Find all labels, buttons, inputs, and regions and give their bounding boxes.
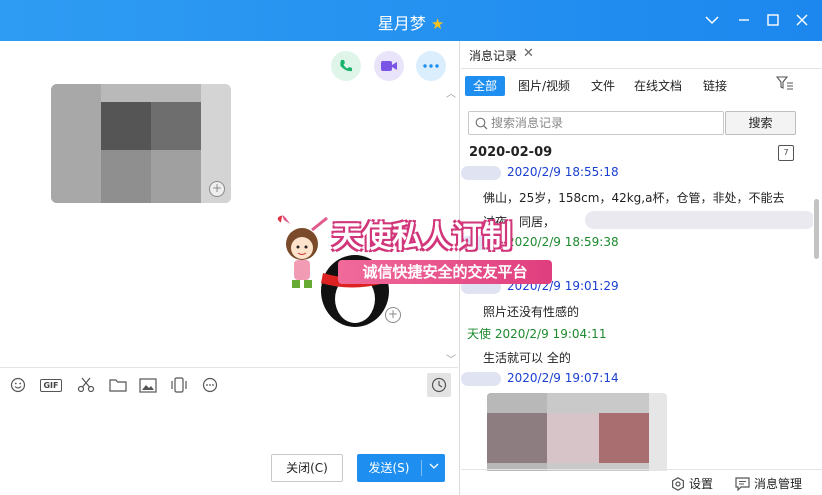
history-list[interactable]: 2020-02-09 7 2020/2/9 18:55:18 佛山，25岁，15… <box>461 141 813 471</box>
video-camera-icon <box>381 61 397 71</box>
manage-label: 消息管理 <box>754 477 803 491</box>
zoom-in-icon[interactable]: + <box>385 307 401 323</box>
zoom-in-icon[interactable]: + <box>209 181 225 197</box>
more-dots-icon <box>423 64 439 68</box>
message-text: 生活就可以 全的 <box>483 351 571 365</box>
filter-links[interactable]: 链接 <box>703 76 727 96</box>
history-clock-button[interactable] <box>427 373 451 397</box>
history-tab[interactable]: 消息记录 ✕ <box>461 41 822 69</box>
clock-icon <box>431 377 447 393</box>
folder-icon[interactable] <box>109 376 127 394</box>
history-filter-bar: 全部 图片/视频 文件 在线文档 链接 <box>461 73 822 97</box>
scroll-up-arrow-icon[interactable]: ︿ <box>446 85 456 100</box>
message-box-icon <box>735 476 750 491</box>
history-footer: 设置 消息管理 <box>461 469 822 495</box>
calendar-icon[interactable]: 7 <box>778 145 794 161</box>
voice-call-button[interactable] <box>331 51 361 81</box>
input-toolbar: GIF <box>0 367 458 401</box>
shake-icon[interactable] <box>170 376 188 394</box>
gif-icon[interactable]: GIF <box>40 376 62 394</box>
filter-settings-icon[interactable] <box>775 76 794 96</box>
blurred-text <box>585 211 813 229</box>
scissors-icon[interactable] <box>77 376 95 394</box>
minimize-button[interactable] <box>732 8 756 32</box>
send-label: 发送(S) <box>368 461 410 475</box>
history-date: 2020-02-09 <box>469 145 553 160</box>
promo-subtitle: 诚信快捷安全的交友平台 <box>338 260 552 284</box>
message-text: 佛山，25岁，158cm，42kg,a杯，仓管，非处，不能去 <box>483 191 785 205</box>
title-bar: 星月梦 ★ <box>0 0 822 41</box>
scroll-down-arrow-icon[interactable]: ﹀ <box>446 351 456 366</box>
search-input[interactable] <box>491 114 719 132</box>
settings-button[interactable]: 设置 <box>671 475 713 492</box>
contact-name: 星月梦 <box>377 14 426 33</box>
filter-files[interactable]: 文件 <box>591 76 615 96</box>
gear-icon <box>672 476 684 491</box>
promo-title: 天使私人订制 <box>332 220 512 255</box>
close-tab-icon[interactable]: ✕ <box>523 46 534 61</box>
history-tab-label: 消息记录 <box>469 49 518 63</box>
promo-watermark: 天使私人订制 诚信快捷安全的交友平台 <box>272 210 552 292</box>
filter-media[interactable]: 图片/视频 <box>518 76 570 96</box>
message-text: 照片还没有性感的 <box>483 305 580 319</box>
calendar-day: 7 <box>783 148 789 157</box>
settings-label: 设置 <box>689 477 714 491</box>
history-scrollbar[interactable] <box>813 141 821 471</box>
sender-name: 天使 <box>467 327 492 341</box>
more-icon[interactable] <box>201 376 219 394</box>
scrollbar-thumb[interactable] <box>814 199 819 259</box>
message-image-1[interactable]: + <box>51 84 231 203</box>
blurred-sender <box>461 371 501 386</box>
emoji-icon[interactable] <box>9 376 27 394</box>
message-meta: 2020/2/9 19:07:14 <box>461 371 619 386</box>
history-image[interactable] <box>487 393 667 471</box>
window-title: 星月梦 ★ <box>0 10 822 34</box>
message-manager-button[interactable]: 消息管理 <box>735 475 802 492</box>
close-button[interactable]: 关闭(C) <box>271 454 343 482</box>
send-options-chevron-icon[interactable] <box>422 454 445 482</box>
close-window-button[interactable] <box>790 8 814 32</box>
more-options-button[interactable] <box>416 51 446 81</box>
send-button[interactable]: 发送(S) <box>357 454 445 482</box>
search-icon <box>475 117 488 130</box>
video-call-button[interactable] <box>374 51 404 81</box>
message-meta: 2020/2/9 18:55:18 <box>461 165 619 180</box>
message-meta: 天使 2020/2/9 19:04:11 <box>467 327 607 341</box>
gif-label: GIF <box>40 378 62 392</box>
filter-all[interactable]: 全部 <box>465 76 506 96</box>
history-search-field[interactable] <box>468 111 724 135</box>
maximize-button[interactable] <box>761 8 785 32</box>
message-area[interactable]: + + ︿ ﹀ <box>0 41 458 367</box>
message-input[interactable] <box>0 401 458 451</box>
blurred-sender <box>461 165 501 180</box>
phone-icon <box>340 60 352 72</box>
collapse-chevron-icon[interactable] <box>700 8 724 32</box>
filter-online-docs[interactable]: 在线文档 <box>634 76 682 96</box>
search-button[interactable]: 搜索 <box>725 111 796 135</box>
vip-star-icon: ★ <box>430 15 445 33</box>
image-icon[interactable] <box>139 376 157 394</box>
